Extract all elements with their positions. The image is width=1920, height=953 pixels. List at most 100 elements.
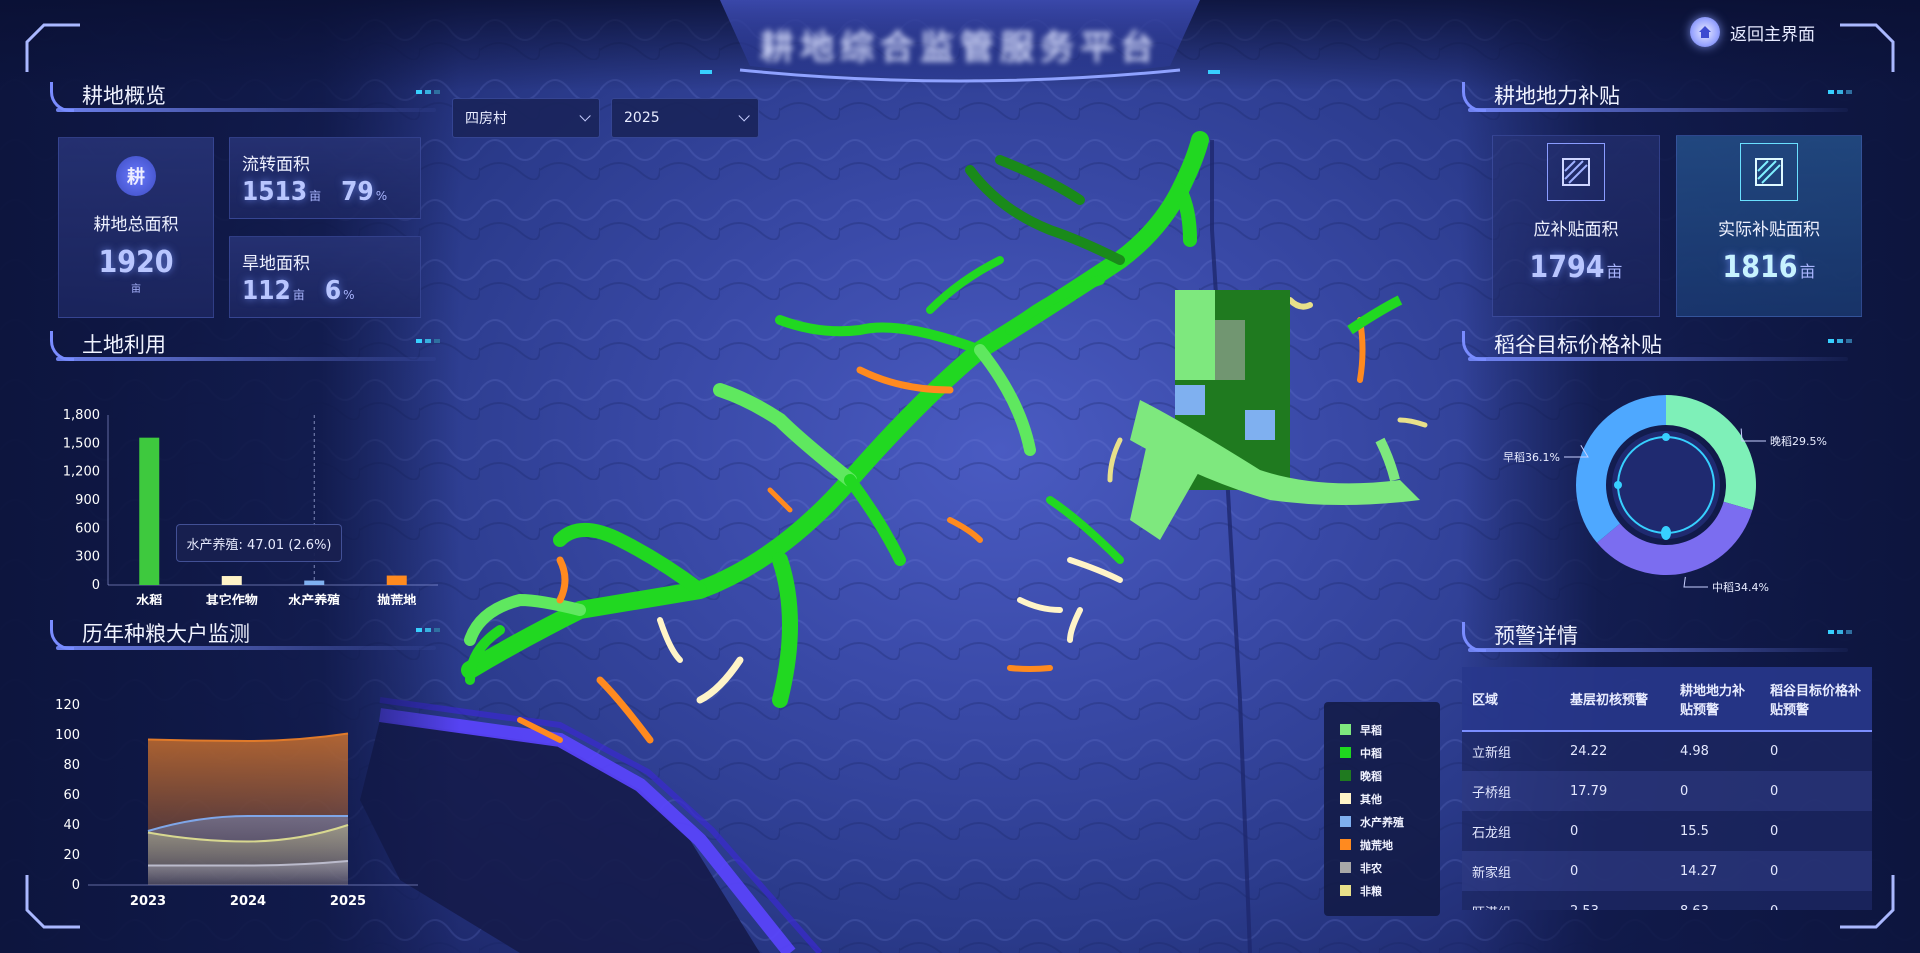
rice-subsidy-section-header: 稻谷目标价格补贴 (1462, 327, 1862, 361)
table-cell: 0 (1760, 891, 1872, 910)
table-header-cell: 区域 (1462, 667, 1560, 732)
bar[interactable] (221, 576, 242, 585)
table-row[interactable]: 子桥组 17.79 0 0 (1462, 771, 1872, 811)
legend-label: 其他 (1360, 792, 1382, 806)
warnings-section-title: 预警详情 (1494, 624, 1578, 648)
legend-swatch (1340, 724, 1351, 735)
transfer-area-label: 流转面积 (242, 155, 310, 175)
table-header-cell: 耕地地力补贴预警 (1670, 667, 1760, 732)
y-tick-label: 1,500 (63, 436, 100, 451)
donut-inner (1612, 431, 1720, 539)
table-cell: 石龙组 (1462, 811, 1560, 851)
table-row[interactable]: 新家组 0 14.27 0 (1462, 851, 1872, 891)
table-row[interactable]: 旺港组2.538.630 (1462, 891, 1872, 910)
warnings-section-header: 预警详情 (1462, 618, 1862, 652)
village-select[interactable]: 四房村 (452, 98, 600, 138)
table-cell: 14.27 (1670, 851, 1760, 891)
grain-monitor-section-header: 历年种粮大户监测 (50, 616, 450, 650)
chevron-down-icon (738, 110, 750, 122)
year-select-value: 2025 (624, 110, 660, 126)
chevron-down-icon (579, 110, 591, 122)
y-tick-label: 900 (75, 493, 100, 508)
land-use-section-header: 土地利用 (50, 327, 450, 361)
overview-section-header: 耕地概览 (50, 78, 450, 112)
legend-label: 非农 (1360, 861, 1382, 875)
total-area-card: 耕 耕地总面积 1920 亩 (58, 137, 214, 318)
total-area-unit: 亩 (131, 284, 141, 295)
corner-bracket-top-right (1840, 23, 1895, 72)
table-cell: 4.98 (1670, 731, 1760, 771)
table-cell: 24.22 (1560, 731, 1670, 771)
legend-item: 非粮 (1340, 879, 1440, 902)
due-subsidy-value: 1794 (1529, 250, 1605, 285)
legend-item: 晚稻 (1340, 764, 1440, 787)
y-tick-label: 20 (63, 848, 80, 863)
legend-label: 抛荒地 (1360, 838, 1393, 852)
actual-subsidy-value: 1816 (1722, 250, 1798, 285)
table-cell: 17.79 (1560, 771, 1670, 811)
warnings-table-container[interactable]: 区域 基层初核预警 耕地地力补贴预警 稻谷目标价格补贴预警 立新组 24.22 4.98 0… (1462, 667, 1872, 910)
legend-swatch (1340, 839, 1351, 850)
title-banner: 耕地综合监管服务平台 (700, 0, 1220, 84)
y-tick-label: 1,800 (63, 408, 100, 423)
x-tick-label: 水稻 (136, 593, 162, 605)
rice-subsidy-section-title: 稻谷目标价格补贴 (1494, 333, 1662, 357)
transfer-area-card: 流转面积 1513 亩 79% (229, 137, 421, 219)
x-tick-label: 其它作物 (206, 593, 258, 605)
x-tick-label: 2025 (330, 894, 366, 909)
y-tick-label: 100 (55, 728, 80, 743)
grain-monitor-section-title: 历年种粮大户监测 (82, 622, 250, 646)
land-use-bar-chart[interactable]: 0 300 600 900 1,200 1,500 1,800 水稻 其它作物 水产养殖 抛荒地 (40, 405, 460, 605)
bar[interactable] (304, 580, 325, 585)
dry-land-card: 旱地面积 112 亩 6% (229, 236, 421, 318)
y-tick-label: 0 (92, 578, 100, 593)
table-cell: 子桥组 (1462, 771, 1560, 811)
table-cell: 0 (1670, 771, 1760, 811)
bar[interactable] (139, 437, 160, 585)
legend-label: 水产养殖 (1360, 815, 1404, 829)
bar[interactable] (386, 575, 407, 585)
rice-subsidy-donut-chart[interactable]: 晚稻29.5% 中稻34.4% 早稻36.1% (1470, 375, 1870, 595)
table-cell: 0 (1760, 771, 1872, 811)
slice-label: 早稻36.1% (1503, 451, 1560, 464)
legend-label: 晚稻 (1360, 769, 1382, 783)
grain-monitor-area-chart[interactable]: 0 20 40 60 80 100 120 2023 2024 2025 (40, 695, 460, 925)
table-cell: 15.5 (1670, 811, 1760, 851)
table-cell: 新家组 (1462, 851, 1560, 891)
y-tick-label: 120 (55, 698, 80, 713)
table-cell: 2.53 (1560, 891, 1670, 910)
slice-label: 中稻34.4% (1712, 581, 1769, 594)
table-row[interactable]: 立新组 24.22 4.98 0 (1462, 731, 1872, 771)
return-home-button[interactable]: 返回主界面 (1690, 17, 1815, 47)
donut-ring-dot (1614, 481, 1622, 489)
table-cell: 0 (1760, 811, 1872, 851)
year-select[interactable]: 2025 (611, 98, 759, 138)
y-tick-label: 1,200 (63, 465, 100, 480)
farmland-icon: 耕 (116, 156, 156, 196)
actual-subsidy-label: 实际补贴面积 (1718, 220, 1820, 240)
legend-label: 非粮 (1360, 884, 1382, 898)
village-select-value: 四房村 (465, 111, 507, 127)
corner-bracket-top-left (25, 23, 80, 72)
x-tick-label: 抛荒地 (377, 593, 416, 605)
total-area-value: 1920 (98, 245, 174, 280)
legend-item: 中稻 (1340, 741, 1440, 764)
donut-ring-dot (1662, 433, 1670, 441)
dry-land-value: 112 (242, 276, 291, 306)
transfer-area-value: 1513 (242, 177, 308, 207)
legend-swatch (1340, 885, 1351, 896)
legend-label: 中稻 (1360, 746, 1382, 760)
table-cell: 0 (1760, 851, 1872, 891)
total-area-label: 耕地总面积 (93, 215, 179, 235)
slice-label-leader (1740, 428, 1766, 442)
x-tick-label: 2024 (230, 894, 266, 909)
table-row[interactable]: 石龙组 0 15.5 0 (1462, 811, 1872, 851)
x-tick-label: 水产养殖 (288, 593, 340, 605)
y-tick-label: 80 (63, 758, 80, 773)
legend-swatch (1340, 816, 1351, 827)
table-header-cell: 稻谷目标价格补贴预警 (1760, 667, 1872, 732)
dry-land-label: 旱地面积 (242, 254, 310, 274)
actual-subsidy-card: 实际补贴面积 1816 亩 (1676, 135, 1862, 317)
table-cell: 立新组 (1462, 731, 1560, 771)
dry-land-percent: 6 (324, 276, 342, 306)
